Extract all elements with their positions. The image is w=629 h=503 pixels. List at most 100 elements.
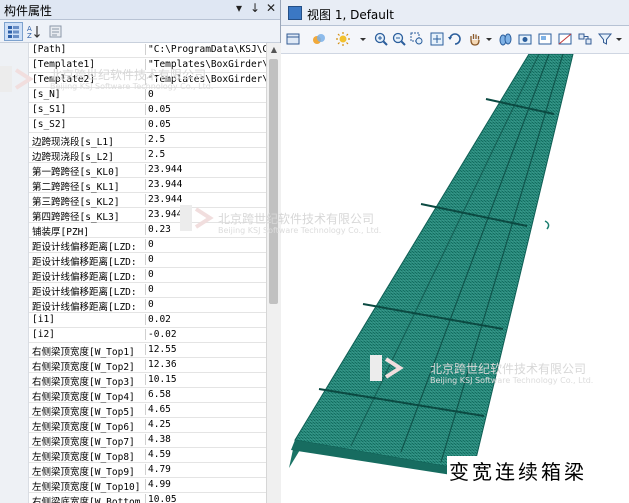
zoom-window-icon[interactable] bbox=[409, 31, 425, 47]
property-row[interactable]: [Path] "C:\ProgramData\KSJ\Civ bbox=[0, 43, 266, 58]
watermark-text: 北京跨世纪软件技术有限公司 bbox=[218, 212, 375, 226]
property-row[interactable]: 距设计线偏移距离[LZD: 0 bbox=[0, 268, 266, 283]
property-row[interactable]: 第二跨跨径[s_KL1] 23.944 bbox=[0, 178, 266, 193]
property-value[interactable]: 0 bbox=[145, 239, 266, 250]
row-gutter bbox=[0, 373, 29, 388]
property-name: 铺装厚[PZH] bbox=[32, 227, 90, 238]
property-row[interactable]: 边跨现浇段[s_L2] 2.5 bbox=[0, 148, 266, 163]
property-row[interactable]: 距设计线偏移距离[LZD: 0 bbox=[0, 253, 266, 268]
property-row[interactable]: 距设计线偏移距离[LZD: 0 bbox=[0, 238, 266, 253]
property-value[interactable]: 6.58 bbox=[145, 389, 266, 400]
property-name: 距设计线偏移距离[LZD: bbox=[32, 287, 137, 298]
camera-view-icon[interactable] bbox=[517, 31, 533, 47]
property-row[interactable]: 左侧梁顶宽度[W_Top5] 4.65 bbox=[0, 403, 266, 418]
property-value[interactable]: 4.25 bbox=[145, 419, 266, 430]
property-row[interactable]: 第一跨跨径[s_KL0] 23.944 bbox=[0, 163, 266, 178]
property-name: 右侧梁顶宽度[W_Top2] bbox=[32, 362, 135, 373]
property-row[interactable]: 右侧梁顶宽度[W_Top2] 12.36 bbox=[0, 358, 266, 373]
view-display-mode-icon[interactable] bbox=[285, 31, 301, 47]
property-row[interactable]: 左侧梁顶宽度[W_Top6] 4.25 bbox=[0, 418, 266, 433]
row-gutter bbox=[0, 178, 29, 193]
bridge-model-canvas[interactable] bbox=[281, 54, 629, 503]
property-row[interactable]: 右侧梁顶宽度[W_Top3] 10.15 bbox=[0, 373, 266, 388]
property-name: 左侧梁顶宽度[W_Top8] bbox=[32, 452, 135, 463]
panel-close-icon[interactable]: ✕ bbox=[264, 1, 278, 15]
row-gutter bbox=[0, 133, 29, 148]
row-gutter bbox=[0, 313, 29, 328]
rotate-view-icon[interactable] bbox=[447, 31, 463, 47]
property-value[interactable]: 4.65 bbox=[145, 404, 266, 415]
property-value[interactable]: 23.944 bbox=[145, 179, 266, 190]
property-value[interactable]: 0 bbox=[145, 299, 266, 310]
watermark-text: 北京跨世纪软件技术有限公司 bbox=[430, 362, 587, 376]
property-row[interactable]: 左侧梁顶宽度[W_Top8] 4.59 bbox=[0, 448, 266, 463]
property-value[interactable]: 23.944 bbox=[145, 194, 266, 205]
property-value[interactable]: 0 bbox=[145, 269, 266, 280]
scrollbar-thumb[interactable] bbox=[269, 59, 278, 304]
row-gutter bbox=[0, 193, 29, 208]
toolbar-dropdown-icon[interactable] bbox=[611, 31, 627, 47]
property-row[interactable]: [s_S1] 0.05 bbox=[0, 103, 266, 118]
property-value[interactable]: -0.02 bbox=[145, 329, 266, 340]
panel-menu-dropdown-icon[interactable]: ▾ bbox=[232, 1, 246, 15]
property-row[interactable]: 左侧梁顶宽度[W_Top9] 4.79 bbox=[0, 463, 266, 478]
row-gutter bbox=[0, 418, 29, 433]
property-value[interactable]: 2.5 bbox=[145, 149, 266, 160]
panel-pin-icon[interactable]: ↓ bbox=[248, 1, 262, 15]
alphabetical-sort-icon[interactable]: AZ bbox=[24, 22, 43, 41]
property-value[interactable]: 4.79 bbox=[145, 464, 266, 475]
property-grid-scrollbar[interactable]: ▲ bbox=[266, 43, 281, 503]
property-row[interactable]: [s_S2] 0.05 bbox=[0, 118, 266, 133]
toolbar-dropdown-icon[interactable] bbox=[355, 31, 371, 47]
fit-view-icon[interactable] bbox=[429, 31, 445, 47]
property-name: 距设计线偏移距离[LZD: bbox=[32, 242, 137, 253]
property-value[interactable]: 10.15 bbox=[145, 374, 266, 385]
property-value[interactable]: 4.59 bbox=[145, 449, 266, 460]
property-value[interactable]: 4.38 bbox=[145, 434, 266, 445]
property-value[interactable]: 10.05 bbox=[145, 494, 266, 503]
property-row[interactable]: [i1] 0.02 bbox=[0, 313, 266, 328]
property-name: 左侧梁顶宽度[W_Top5] bbox=[32, 407, 135, 418]
property-row[interactable]: 右侧梁底宽度[W_Bottom 10.05 bbox=[0, 493, 266, 503]
property-row[interactable]: 第三跨跨径[s_KL2] 23.944 bbox=[0, 193, 266, 208]
property-row[interactable]: 左侧梁顶宽度[W_Top10] 4.99 bbox=[0, 478, 266, 493]
property-row[interactable]: 距设计线偏移距离[LZD: 0 bbox=[0, 298, 266, 313]
property-value[interactable]: 12.55 bbox=[145, 344, 266, 355]
panel-titlebar: 构件属性 ▾ ↓ ✕ bbox=[0, 0, 280, 20]
walk-view-icon[interactable] bbox=[497, 31, 513, 47]
property-row[interactable]: 距设计线偏移距离[LZD: 0 bbox=[0, 283, 266, 298]
lighting-sun-icon[interactable] bbox=[335, 31, 351, 47]
toolbar-dropdown-icon[interactable] bbox=[481, 31, 497, 47]
section-view-icon[interactable] bbox=[557, 31, 573, 47]
row-gutter bbox=[0, 253, 29, 268]
view-tab[interactable]: 视图 1, Default bbox=[281, 0, 629, 26]
property-value[interactable]: 12.36 bbox=[145, 359, 266, 370]
property-row[interactable]: [i2] -0.02 bbox=[0, 328, 266, 343]
row-gutter bbox=[0, 493, 29, 503]
property-row[interactable]: 右侧梁顶宽度[W_Top4] 6.58 bbox=[0, 388, 266, 403]
property-pages-icon[interactable] bbox=[46, 22, 65, 41]
property-value[interactable]: 0 bbox=[145, 254, 266, 265]
property-value[interactable]: 2.5 bbox=[145, 134, 266, 145]
property-name: 距设计线偏移距离[LZD: bbox=[32, 272, 137, 283]
property-row[interactable]: 右侧梁顶宽度[W_Top1] 12.55 bbox=[0, 343, 266, 358]
property-value[interactable]: 0.05 bbox=[145, 104, 266, 115]
zoom-in-icon[interactable] bbox=[373, 31, 389, 47]
property-value[interactable]: 0.02 bbox=[145, 314, 266, 325]
property-value[interactable]: 0.05 bbox=[145, 119, 266, 130]
property-value[interactable]: 0 bbox=[145, 284, 266, 295]
property-value[interactable]: "C:\ProgramData\KSJ\Civ bbox=[145, 44, 266, 55]
property-value[interactable]: 4.99 bbox=[145, 479, 266, 490]
row-gutter bbox=[0, 448, 29, 463]
property-value[interactable]: 23.944 bbox=[145, 164, 266, 175]
property-name: 左侧梁顶宽度[W_Top9] bbox=[32, 467, 135, 478]
panel-title: 构件属性 bbox=[4, 4, 53, 18]
categorized-view-icon[interactable] bbox=[4, 22, 23, 41]
saved-view-icon[interactable] bbox=[537, 31, 553, 47]
render-style-icon[interactable] bbox=[311, 31, 327, 47]
property-row[interactable]: 左侧梁顶宽度[W_Top7] 4.38 bbox=[0, 433, 266, 448]
zoom-out-icon[interactable] bbox=[391, 31, 407, 47]
property-row[interactable]: 边跨现浇段[s_L1] 2.5 bbox=[0, 133, 266, 148]
scroll-up-icon[interactable]: ▲ bbox=[267, 43, 281, 57]
view-layout-icon[interactable] bbox=[577, 31, 593, 47]
